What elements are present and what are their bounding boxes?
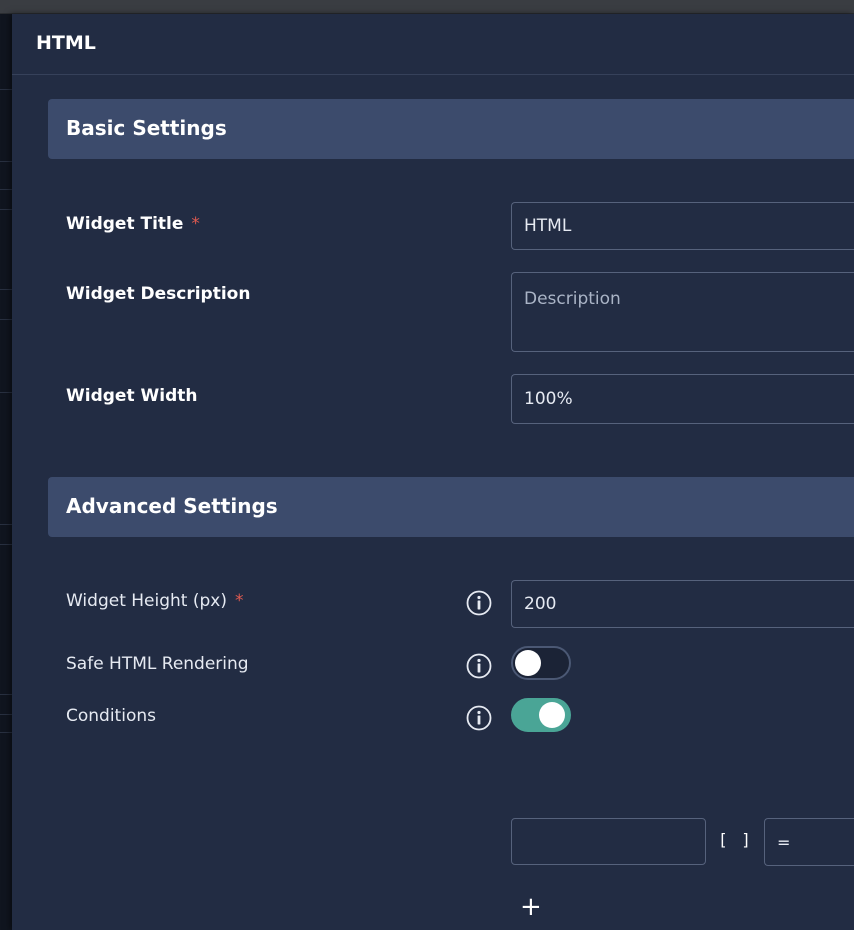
basic-settings-title: Basic Settings <box>66 116 227 140</box>
toggle-knob <box>515 650 541 676</box>
info-icon[interactable] <box>466 705 492 731</box>
widget-description-textarea[interactable] <box>511 272 854 352</box>
operator-value: = <box>777 833 791 852</box>
add-condition-button[interactable]: + <box>520 894 542 920</box>
widget-title-input[interactable] <box>511 202 854 250</box>
advanced-settings-title: Advanced Settings <box>66 494 278 518</box>
toggle-knob <box>539 702 565 728</box>
top-bar <box>0 0 854 14</box>
safe-html-rendering-toggle[interactable] <box>511 646 571 680</box>
modal-title: HTML <box>36 32 96 54</box>
condition-field-input[interactable] <box>511 818 706 865</box>
safe-html-rendering-label: Safe HTML Rendering <box>66 654 249 674</box>
widget-height-input[interactable] <box>511 580 854 628</box>
modal-header: HTML <box>12 14 854 75</box>
condition-operator-select[interactable]: = <box>764 818 854 866</box>
widget-settings-modal: HTML Basic Settings Widget Title* Widget… <box>12 14 854 930</box>
info-icon[interactable] <box>466 590 492 616</box>
required-marker: * <box>235 591 244 611</box>
advanced-settings-section-header[interactable]: Advanced Settings <box>48 477 854 537</box>
required-marker: * <box>191 214 200 234</box>
widget-width-label: Widget Width <box>66 386 198 406</box>
info-icon[interactable] <box>466 653 492 679</box>
widget-title-label: Widget Title * <box>66 214 200 234</box>
conditions-toggle[interactable] <box>511 698 571 732</box>
basic-settings-section-header[interactable]: Basic Settings <box>48 99 854 159</box>
conditions-label: Conditions <box>66 706 156 726</box>
widget-height-label: Widget Height (px) * <box>66 591 244 611</box>
background-page <box>0 14 12 930</box>
widget-description-label: Widget Description <box>66 284 251 304</box>
widget-width-input[interactable] <box>511 374 854 424</box>
array-bracket-toggle[interactable]: [ ] <box>718 830 753 849</box>
